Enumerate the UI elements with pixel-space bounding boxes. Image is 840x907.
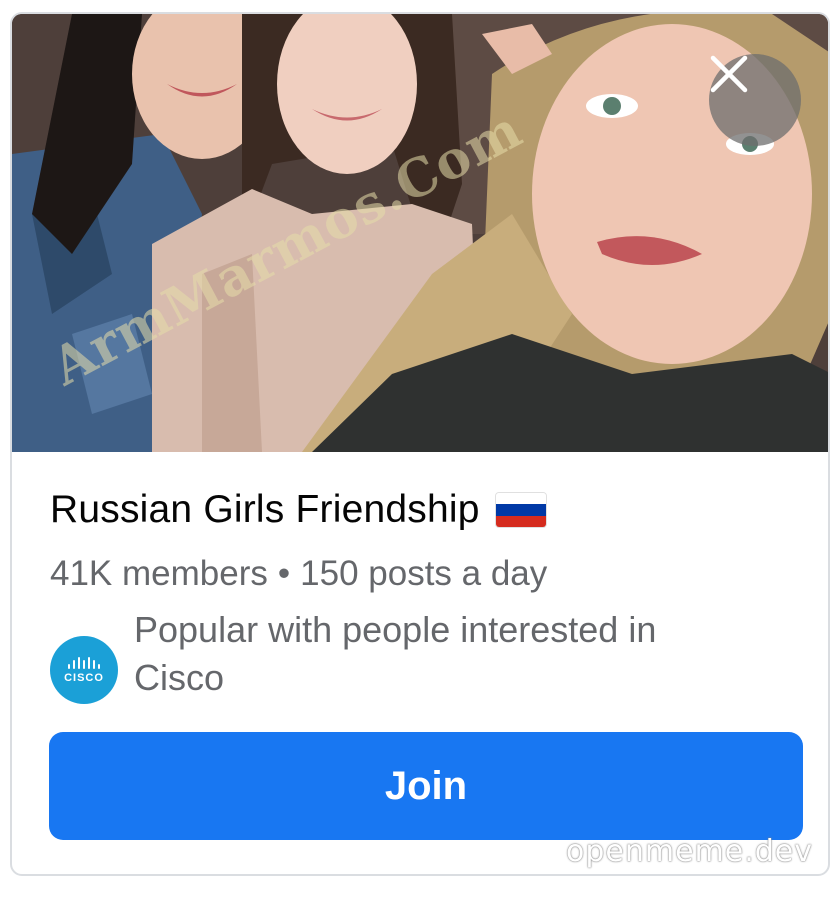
cover-photo-illustration	[12, 14, 828, 452]
post-frequency: 150 posts a day	[300, 554, 548, 593]
group-stats: 41K members • 150 posts a day	[50, 554, 547, 594]
group-name[interactable]: Russian Girls Friendship	[50, 488, 480, 532]
close-icon	[710, 55, 748, 93]
russia-flag-icon	[495, 493, 546, 527]
join-button[interactable]: Join	[49, 732, 803, 840]
join-button-label: Join	[384, 763, 468, 808]
member-count: 41K members	[50, 554, 268, 593]
interest-text: Popular with people interested in Cisco	[134, 609, 657, 698]
separator-dot: •	[277, 554, 291, 593]
group-cover-photo[interactable]: ArmMarmos.Com	[12, 14, 828, 452]
interest-row: CISCO Popular with people interested in …	[50, 606, 754, 704]
group-title-row: Russian Girls Friendship	[50, 488, 546, 532]
cisco-logo-icon: CISCO	[50, 636, 118, 704]
site-watermark: openmeme.dev	[566, 834, 814, 869]
cisco-bars-icon	[68, 657, 100, 669]
group-suggestion-card[interactable]: ArmMarmos.Com Russian Girls Friendship 4…	[10, 12, 830, 876]
close-button[interactable]	[709, 54, 801, 146]
cisco-logo-text: CISCO	[64, 672, 104, 684]
